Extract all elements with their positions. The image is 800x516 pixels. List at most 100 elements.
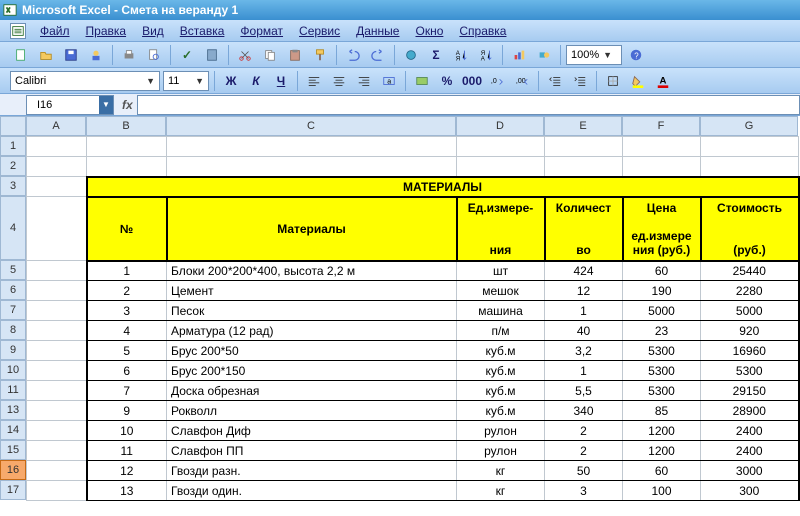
row-header-7[interactable]: 7 (0, 300, 26, 320)
row-header-2[interactable]: 2 (0, 156, 26, 176)
row-header-1[interactable]: 1 (0, 136, 26, 156)
menu-window[interactable]: Окно (407, 22, 451, 40)
spellcheck-icon[interactable]: ✓ (176, 44, 198, 66)
column-header-G[interactable]: G (700, 116, 798, 136)
align-left-icon[interactable] (303, 70, 325, 92)
print-preview-icon[interactable] (143, 44, 165, 66)
sort-asc-icon[interactable]: АЯ (450, 44, 472, 66)
italic-icon[interactable]: К (245, 70, 267, 92)
menu-format[interactable]: Формат (232, 22, 291, 40)
menu-edit[interactable]: Правка (78, 22, 135, 40)
svg-text:Я: Я (456, 55, 460, 62)
zoom-combo[interactable]: 100%▼ (566, 45, 622, 65)
formatting-toolbar: Calibri▼ 11▼ Ж К Ч a % 000 ,0 ,00 А (0, 68, 800, 94)
currency-icon[interactable] (411, 70, 433, 92)
column-header-F[interactable]: F (622, 116, 700, 136)
permissions-icon[interactable] (85, 44, 107, 66)
column-header-D[interactable]: D (456, 116, 544, 136)
cut-icon[interactable] (234, 44, 256, 66)
table-row: 9Рокволлкуб.м3408528900 (27, 401, 799, 421)
table-row: 3Песокмашина150005000 (27, 301, 799, 321)
autosum-icon[interactable]: Σ (425, 44, 447, 66)
font-combo[interactable]: Calibri▼ (10, 71, 160, 91)
align-right-icon[interactable] (353, 70, 375, 92)
name-box-dropdown-icon[interactable]: ▼ (99, 96, 113, 114)
menu-insert[interactable]: Вставка (172, 22, 233, 40)
copy-icon[interactable] (259, 44, 281, 66)
row-header-13[interactable]: 13 (0, 400, 26, 420)
svg-text:,00: ,00 (516, 77, 526, 84)
print-icon[interactable] (118, 44, 140, 66)
increase-indent-icon[interactable] (569, 70, 591, 92)
fill-color-icon[interactable] (627, 70, 649, 92)
select-all-corner[interactable] (0, 116, 26, 136)
chart-wizard-icon[interactable] (508, 44, 530, 66)
hyperlink-icon[interactable] (400, 44, 422, 66)
table-row: 13Гвозди один.кг3100300 (27, 481, 799, 501)
font-color-icon[interactable]: А (652, 70, 674, 92)
row-header-8[interactable]: 8 (0, 320, 26, 340)
row-header-5[interactable]: 5 (0, 260, 26, 280)
fx-icon[interactable]: fx (122, 98, 133, 112)
row-header-14[interactable]: 14 (0, 420, 26, 440)
workbook-control-icon[interactable] (10, 23, 26, 39)
standard-toolbar: ✓ Σ АЯ ЯА 100%▼ ? (0, 42, 800, 68)
row-header-16[interactable]: 16 (0, 460, 26, 480)
table-row: 7Доска обрезнаякуб.м5,5530029150 (27, 381, 799, 401)
row-header-17[interactable]: 17 (0, 480, 26, 500)
column-header-E[interactable]: E (544, 116, 622, 136)
bold-icon[interactable]: Ж (220, 70, 242, 92)
row-header-10[interactable]: 10 (0, 360, 26, 380)
research-icon[interactable] (201, 44, 223, 66)
row-header-11[interactable]: 11 (0, 380, 26, 400)
row-header-6[interactable]: 6 (0, 280, 26, 300)
percent-icon[interactable]: % (436, 70, 458, 92)
table-row: 2Цементмешок121902280 (27, 281, 799, 301)
column-header-A[interactable]: A (26, 116, 86, 136)
underline-icon[interactable]: Ч (270, 70, 292, 92)
svg-text:,0: ,0 (491, 77, 497, 84)
svg-text:?: ? (634, 51, 639, 60)
drawing-icon[interactable] (533, 44, 555, 66)
menu-data[interactable]: Данные (348, 22, 407, 40)
undo-icon[interactable] (342, 44, 364, 66)
new-file-icon[interactable] (10, 44, 32, 66)
name-box[interactable]: I16 ▼ (26, 95, 114, 115)
increase-decimal-icon[interactable]: ,0 (486, 70, 508, 92)
font-size-combo[interactable]: 11▼ (163, 71, 209, 91)
formula-input[interactable] (137, 95, 800, 115)
row-header-15[interactable]: 15 (0, 440, 26, 460)
cell-reference: I16 (37, 99, 52, 111)
row-header-4[interactable]: 4 (0, 196, 26, 260)
open-file-icon[interactable] (35, 44, 57, 66)
menu-file[interactable]: Файл (32, 22, 78, 40)
menubar: Файл Правка Вид Вставка Формат Сервис Да… (0, 20, 800, 42)
decrease-decimal-icon[interactable]: ,00 (511, 70, 533, 92)
formula-bar: I16 ▼ fx (0, 94, 800, 116)
zoom-value: 100% (571, 49, 599, 61)
help-icon[interactable]: ? (625, 44, 647, 66)
borders-icon[interactable] (602, 70, 624, 92)
menu-help[interactable]: Справка (451, 22, 514, 40)
row-header-3[interactable]: 3 (0, 176, 26, 196)
paste-icon[interactable] (284, 44, 306, 66)
menu-tools[interactable]: Сервис (291, 22, 348, 40)
table-row: 12Гвозди разн.кг50603000 (27, 461, 799, 481)
column-header-B[interactable]: B (86, 116, 166, 136)
align-center-icon[interactable] (328, 70, 350, 92)
format-painter-icon[interactable] (309, 44, 331, 66)
decrease-indent-icon[interactable] (544, 70, 566, 92)
header-cost: Стоимость(руб.) (701, 197, 799, 261)
row-header-9[interactable]: 9 (0, 340, 26, 360)
menu-view[interactable]: Вид (134, 22, 172, 40)
merge-center-icon[interactable]: a (378, 70, 400, 92)
comma-style-icon[interactable]: 000 (461, 70, 483, 92)
sort-desc-icon[interactable]: ЯА (475, 44, 497, 66)
save-icon[interactable] (60, 44, 82, 66)
section-title: МАТЕРИАЛЫ (87, 177, 799, 197)
worksheet: 12345678910111314151617 ABCDEFG МАТЕРИАЛ… (0, 116, 800, 501)
column-header-C[interactable]: C (166, 116, 456, 136)
grid-cells[interactable]: МАТЕРИАЛЫ № Материалы Ед.измере-ния Коли… (26, 136, 800, 501)
redo-icon[interactable] (367, 44, 389, 66)
table-row: 1Блоки 200*200*400, высота 2,2 мшт424602… (27, 261, 799, 281)
